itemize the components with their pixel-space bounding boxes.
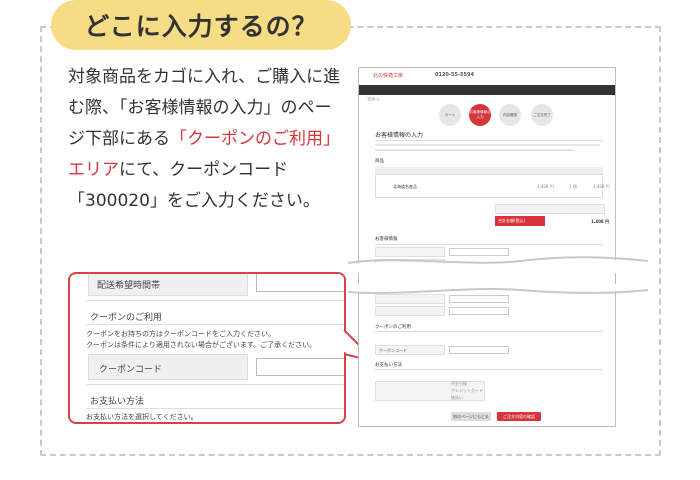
confirm-order-button[interactable]: ご注文内容の確認: [497, 412, 541, 421]
product-quantity: 1 個: [569, 184, 577, 189]
payment-option-later[interactable]: 後払い: [451, 395, 463, 401]
notice-line: [375, 149, 575, 151]
divider: [86, 324, 344, 325]
page-heading: お客様情報の入力: [375, 132, 424, 139]
total-value: 1,408 円: [591, 219, 610, 224]
divider: [86, 384, 344, 385]
step-customer-info: お客様情報の入力: [469, 104, 491, 126]
coupon-code-label: クーポンコード: [379, 348, 407, 353]
phone-number: 0120-55-5594: [435, 72, 474, 78]
divider: [375, 140, 603, 141]
step-cart: カート: [439, 104, 461, 126]
checkout-page-screenshot: 北の快適工房 0120-55-5594 TOP > カート お客様情報の入力 内…: [358, 67, 616, 427]
divider: [375, 331, 603, 332]
product-section-title: 商品: [375, 159, 384, 164]
total-label: 合計金額(税込): [495, 216, 545, 226]
coupon-code-label-cell: クーポンコード: [375, 345, 445, 355]
product-price: 1,408 円: [537, 184, 554, 189]
step-confirm: 内容確認: [499, 104, 521, 126]
coupon-code-input[interactable]: [256, 358, 344, 376]
subtotal-row: [495, 204, 605, 214]
site-logo: 北の快適工房: [373, 73, 404, 79]
instruction-text: 対象商品をカゴに入れ、ご購入に進む際、「お客様情報の入力」のページ下部にある「ク…: [68, 62, 343, 217]
customer-section-title: お客様情報: [375, 237, 398, 242]
product-subtotal: 1,408 円: [593, 184, 610, 189]
breadcrumb: TOP >: [367, 97, 380, 102]
divider: [375, 244, 603, 245]
divider: [375, 369, 603, 370]
divider: [86, 408, 344, 409]
field-label-cell: [375, 306, 445, 316]
nav-bar: [359, 85, 615, 95]
product-table-header: [375, 167, 603, 174]
delivery-time-select[interactable]: [449, 307, 509, 315]
coupon-note-2: クーポンは条件により適用されない場合がございます。ご了承ください。: [86, 341, 317, 349]
coupon-guide: どこに入力するの？ 対象商品をカゴに入れ、ご購入に進む際、「お客様情報の入力」の…: [0, 0, 700, 480]
coupon-section-title: クーポンのご利用: [375, 325, 411, 330]
coupon-code-input[interactable]: [449, 346, 509, 354]
payment-section-title: お支払い方法: [375, 363, 402, 368]
coupon-section-title: クーポンのご利用: [90, 313, 163, 323]
payment-note: お支払い方法を選択してください。: [86, 413, 198, 421]
payment-option-cod[interactable]: 代金引換: [451, 381, 467, 387]
coupon-code-label-cell: クーポンコード: [88, 354, 248, 380]
page-break-wave: [347, 256, 649, 273]
coupon-note-1: クーポンをお持ちの方はクーポンコードをご入力ください。: [86, 330, 275, 338]
product-name: 北海道名産品: [393, 184, 417, 189]
back-button[interactable]: 前のページにもどる: [451, 412, 491, 421]
coupon-code-label: クーポンコード: [99, 365, 163, 375]
section-title: どこに入力するの？: [51, 0, 351, 50]
page-break-wave: [347, 284, 649, 295]
payment-option-card[interactable]: クレジットカード: [451, 388, 483, 394]
step-complete: ご注文完了: [531, 104, 553, 126]
notice-line: [375, 144, 600, 146]
payment-section-title: お支払い方法: [90, 397, 145, 407]
